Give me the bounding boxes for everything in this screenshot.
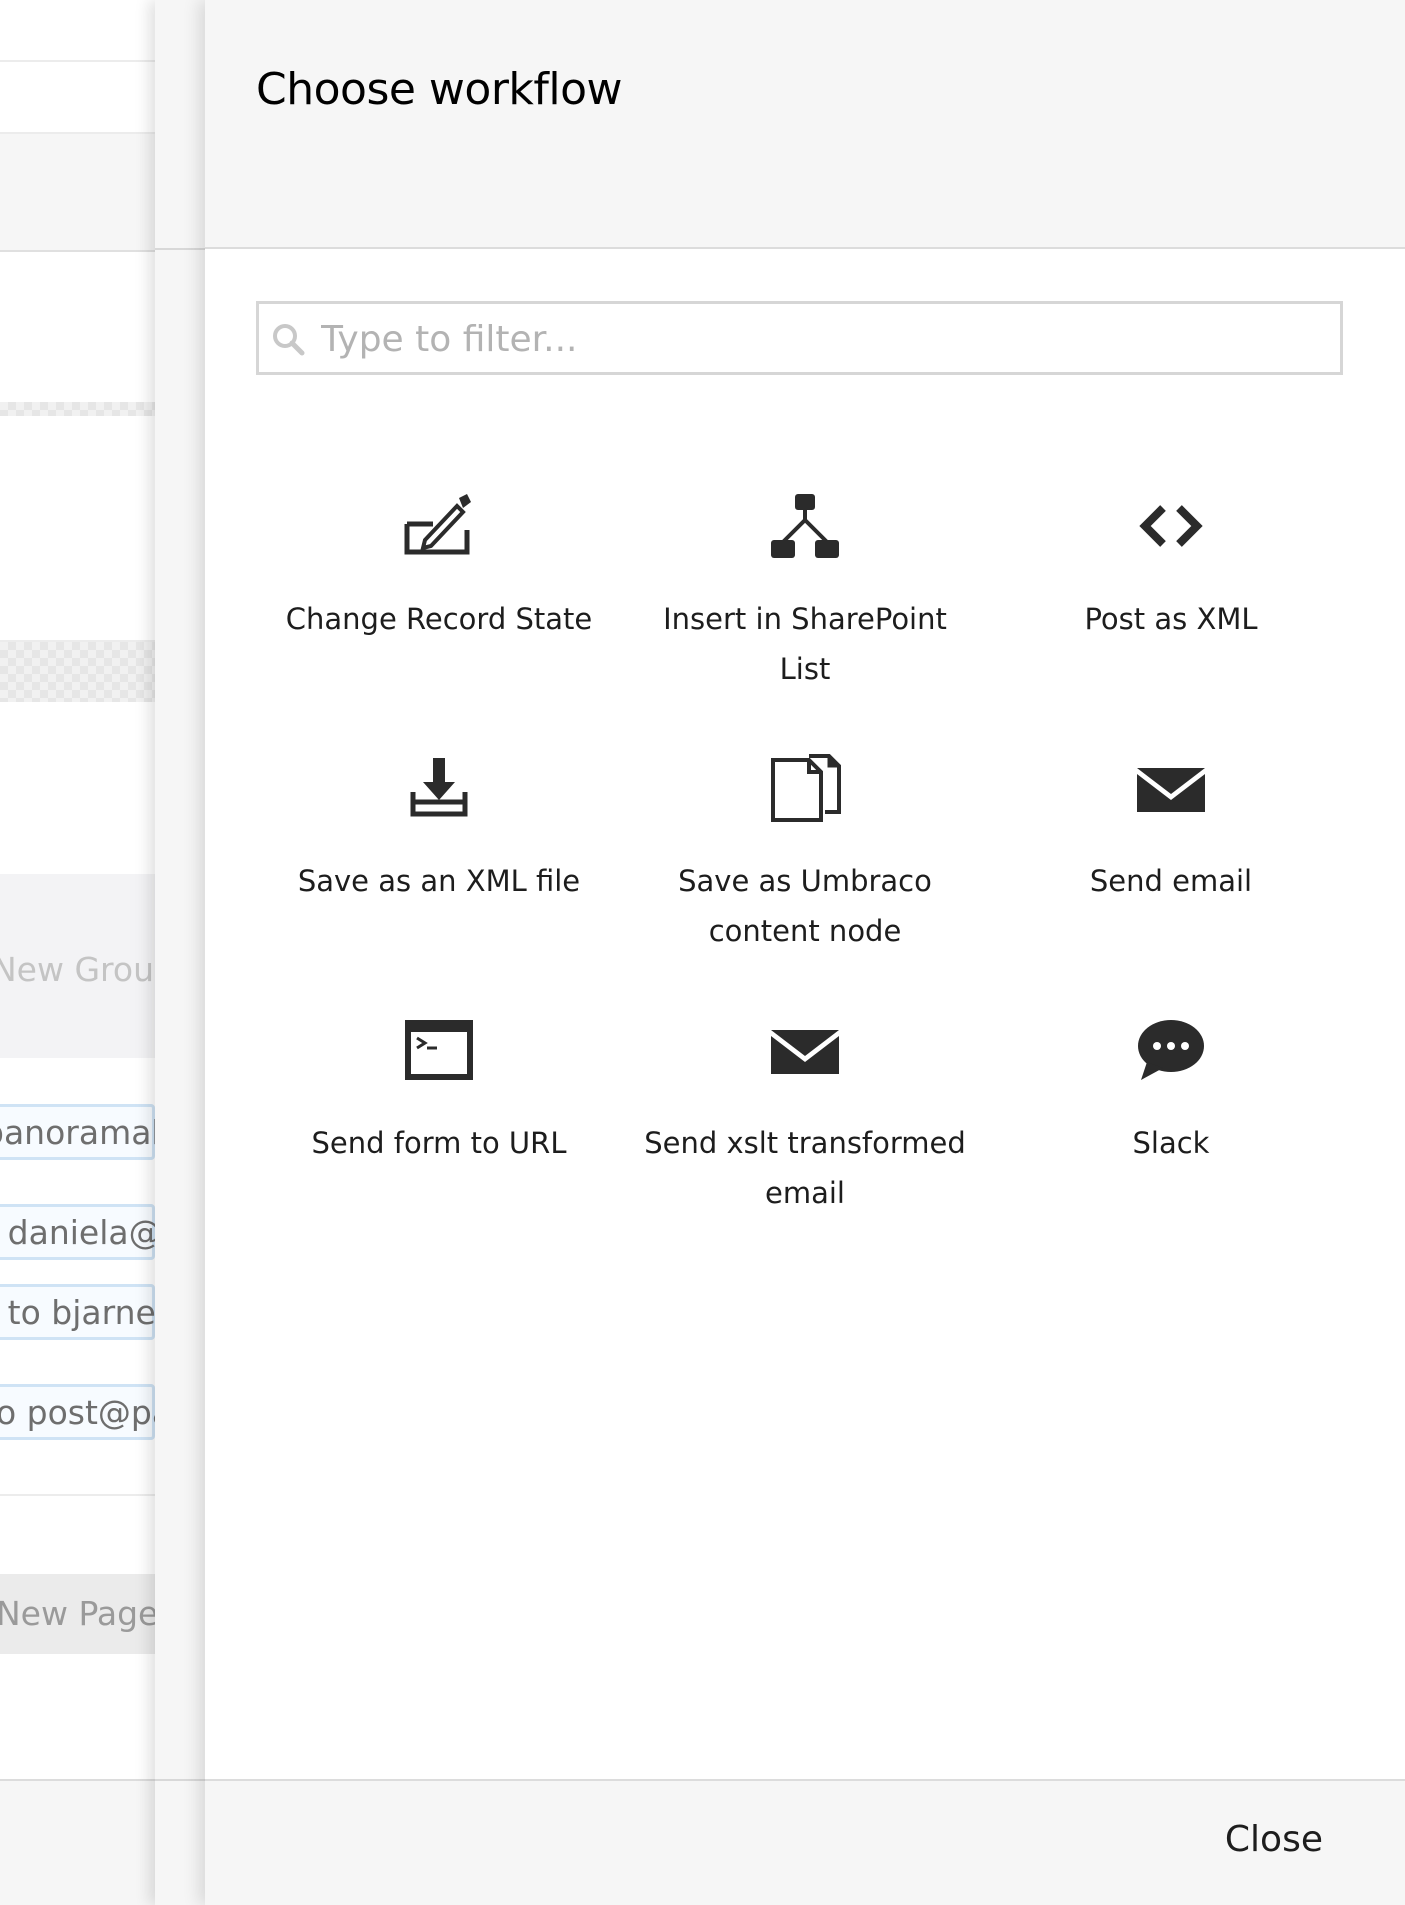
bg-row bbox=[0, 416, 155, 642]
underlying-panel-edge bbox=[155, 0, 205, 1905]
workflow-label: Send xslt transformed email bbox=[644, 1126, 966, 1210]
bg-workflow-text: o daniela@ bbox=[0, 1213, 155, 1252]
bg-row bbox=[0, 62, 155, 134]
workflow-change-record-state[interactable]: Change Record State bbox=[256, 490, 622, 644]
workflow-send-form-url[interactable]: Send form to URL bbox=[256, 1014, 622, 1168]
envelope-icon bbox=[1137, 768, 1205, 812]
workflow-label: Insert in SharePoint List bbox=[663, 602, 947, 686]
bg-workflow-text: to post@pa bbox=[0, 1393, 155, 1432]
strip-divider bbox=[155, 248, 205, 250]
workflow-save-xml-file[interactable]: Save as an XML file bbox=[256, 752, 622, 906]
bg-workflow-field[interactable]: o to bjarne@ bbox=[0, 1284, 155, 1340]
code-brackets-icon bbox=[1139, 505, 1203, 547]
strip-divider bbox=[155, 1779, 205, 1781]
workflow-label: Save as an XML file bbox=[297, 864, 581, 898]
download-icon bbox=[410, 758, 468, 817]
search-icon bbox=[273, 324, 305, 356]
workflow-insert-sharepoint[interactable]: Insert in SharePoint List bbox=[622, 490, 988, 694]
workflow-send-email[interactable]: Send email bbox=[988, 752, 1354, 906]
workflow-slack[interactable]: Slack bbox=[988, 1014, 1354, 1168]
workflow-post-as-xml[interactable]: Post as XML bbox=[988, 490, 1354, 644]
bg-divider bbox=[0, 1494, 155, 1496]
workflow-label: Slack bbox=[1132, 1126, 1210, 1160]
bg-workflow-field[interactable]: panoramah bbox=[0, 1104, 155, 1160]
workflow-send-xslt-email[interactable]: Send xslt transformed email bbox=[622, 1014, 988, 1218]
workflow-save-umbraco-node[interactable]: Save as Umbraco content node bbox=[622, 752, 988, 956]
bg-group-row: New Group bbox=[0, 874, 155, 1058]
workflow-label: Send email bbox=[1089, 864, 1253, 898]
chat-bubble-icon bbox=[1138, 1020, 1204, 1080]
panel-footer: Close bbox=[205, 1779, 1405, 1905]
panel-title: Choose workflow bbox=[256, 64, 623, 115]
workflow-label: Send form to URL bbox=[311, 1126, 567, 1160]
terminal-icon bbox=[405, 1020, 473, 1080]
bg-workflow-field[interactable]: o daniela@ bbox=[0, 1204, 155, 1260]
new-page-label: New Page bbox=[0, 1594, 155, 1633]
sitemap-icon bbox=[771, 494, 839, 558]
filter-input[interactable] bbox=[319, 310, 1333, 368]
bg-workflow-text: o to bjarne@ bbox=[0, 1293, 155, 1332]
choose-workflow-panel: Choose workflow Change Record State bbox=[205, 0, 1405, 1905]
filter-box[interactable] bbox=[256, 301, 1343, 375]
new-page-button[interactable]: New Page bbox=[0, 1574, 155, 1654]
background-page: New Group panoramah o daniela@ o to bjar… bbox=[0, 0, 155, 1905]
workflow-label: Change Record State bbox=[285, 602, 593, 636]
new-group-label[interactable]: New Group bbox=[0, 950, 155, 989]
bg-divider bbox=[0, 642, 155, 702]
envelope-icon bbox=[771, 1030, 839, 1074]
workflow-label: Post as XML bbox=[1084, 602, 1258, 636]
bg-divider bbox=[0, 402, 155, 416]
bg-workflow-field[interactable]: to post@pa bbox=[0, 1384, 155, 1440]
panel-header: Choose workflow bbox=[205, 0, 1405, 249]
pencil-edit-icon bbox=[404, 494, 471, 555]
workflow-label: Save as Umbraco content node bbox=[678, 864, 932, 948]
bg-workflow-text: panoramah bbox=[0, 1113, 155, 1152]
bg-header-row bbox=[0, 0, 155, 62]
close-button[interactable]: Close bbox=[1225, 1819, 1323, 1860]
bg-row bbox=[0, 134, 155, 252]
bg-footer bbox=[0, 1779, 155, 1905]
documents-icon bbox=[771, 754, 841, 822]
